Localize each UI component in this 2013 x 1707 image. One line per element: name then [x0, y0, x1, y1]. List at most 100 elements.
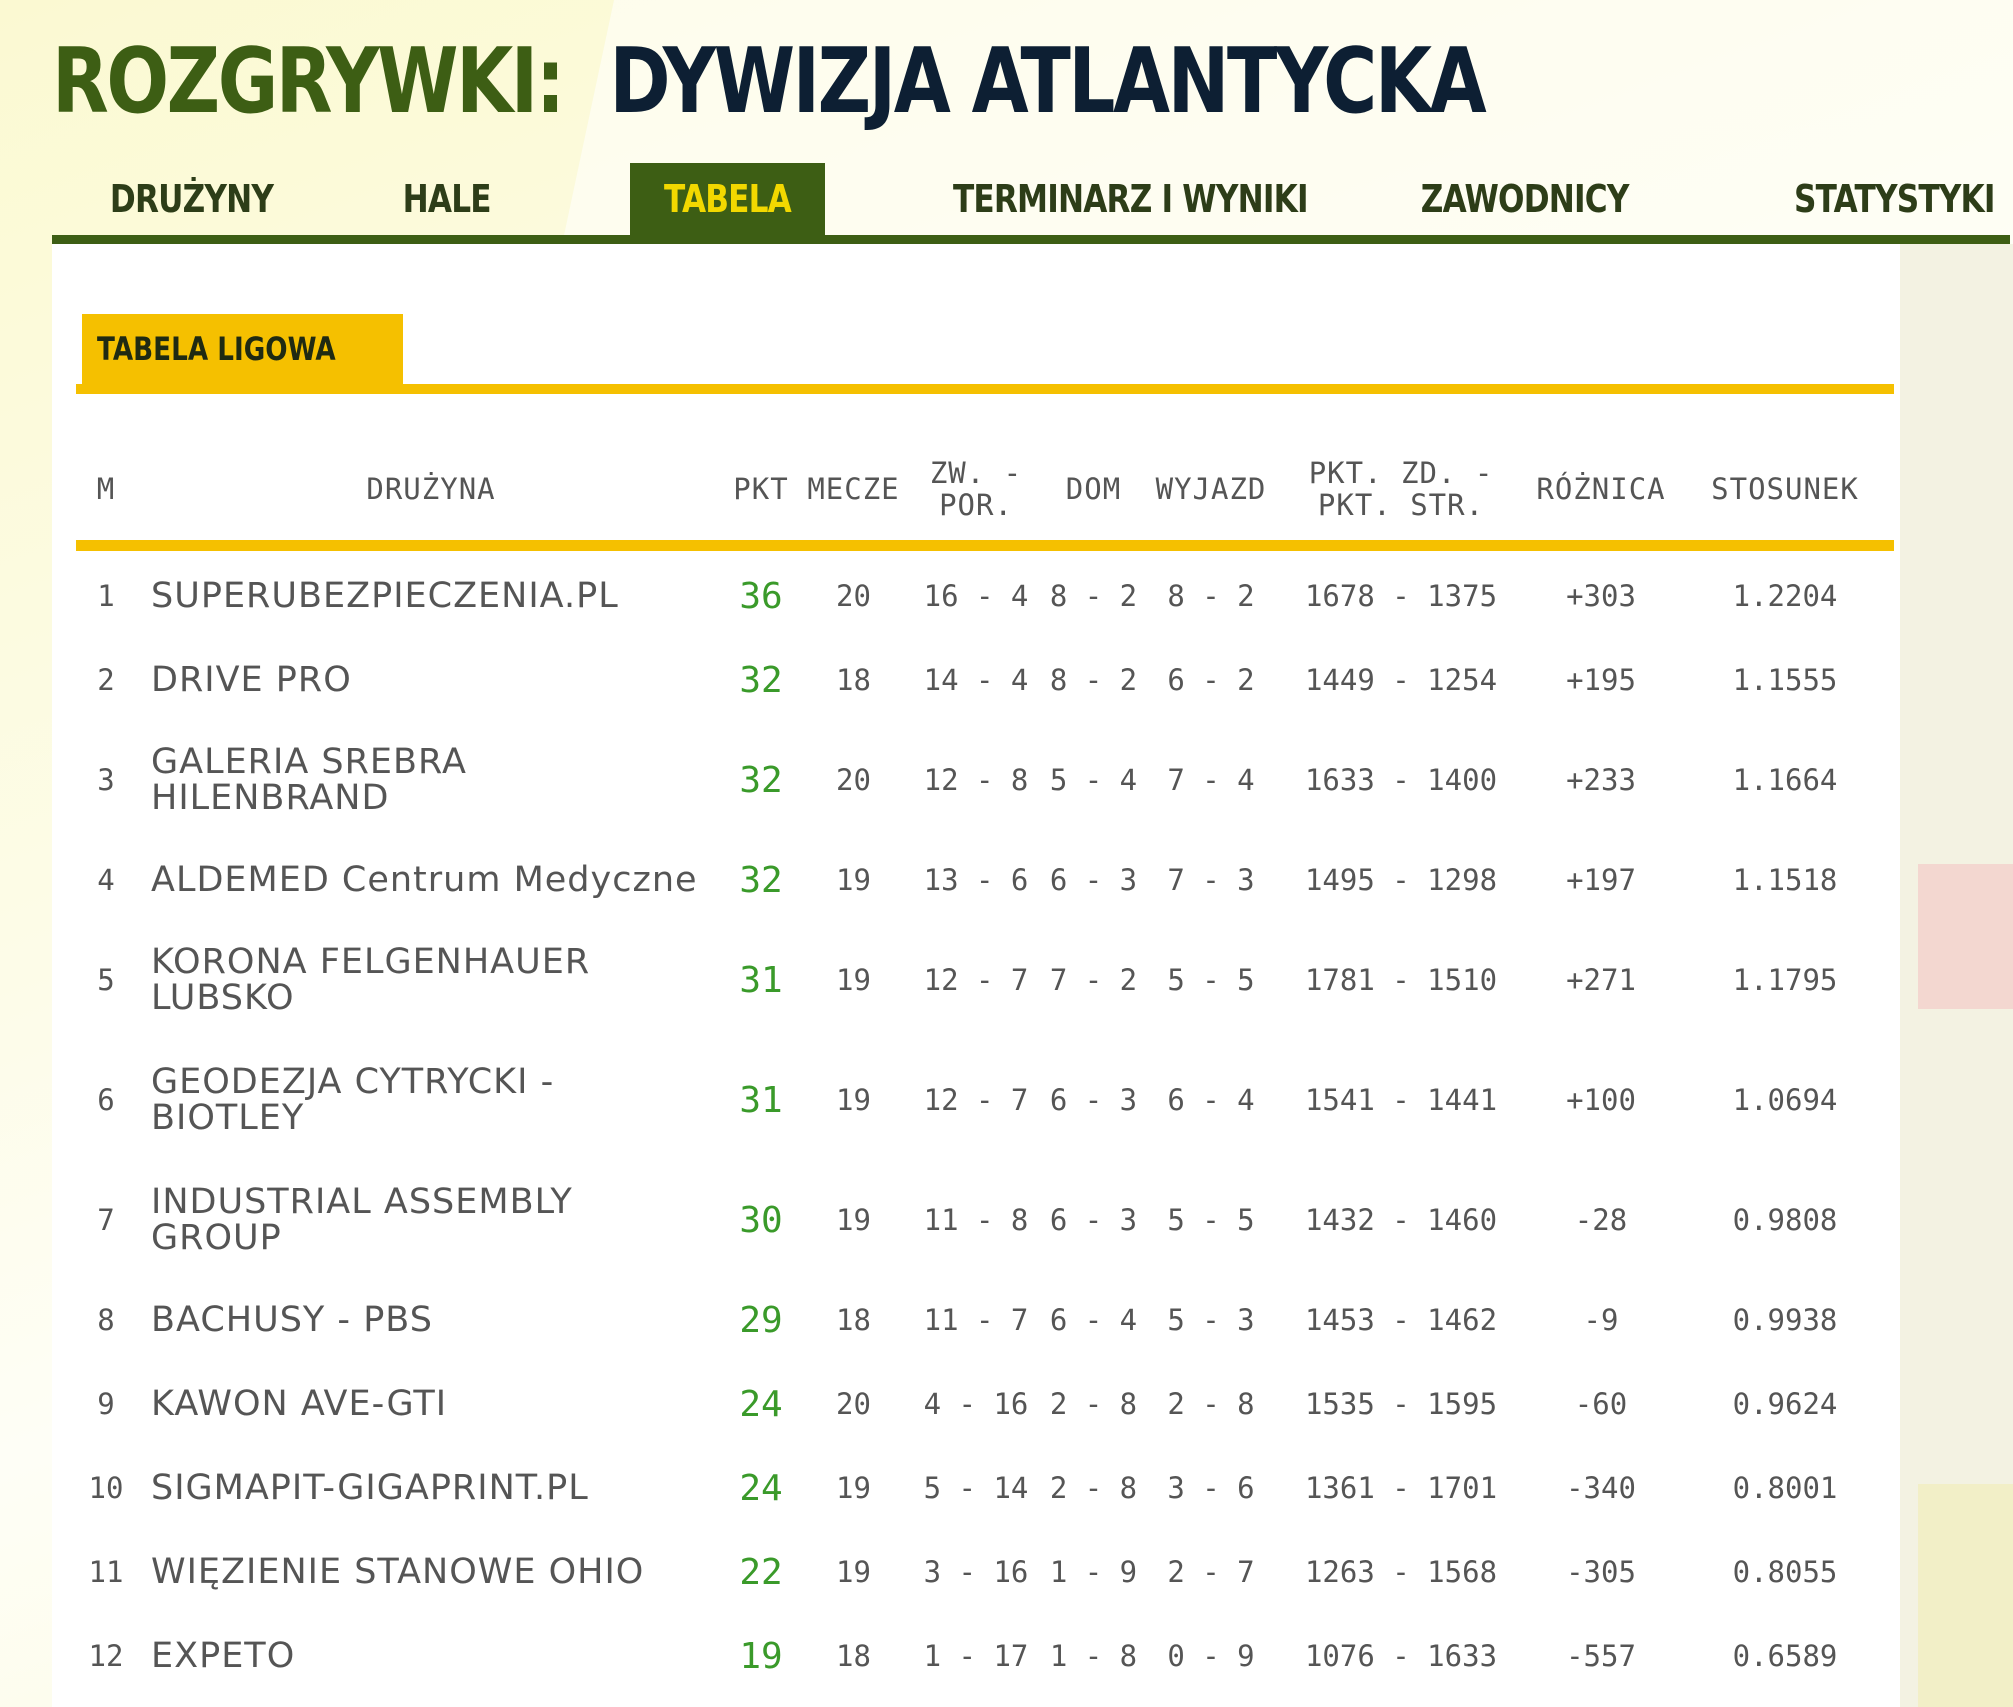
row-position: 4: [97, 863, 115, 897]
row-team-name[interactable]: DRIVE PRO: [151, 638, 711, 722]
row-points: 19: [739, 1635, 783, 1677]
row-points: 24: [739, 1383, 783, 1425]
table-row[interactable]: 6 GEODEZJA CYTRYCKI - BIOTLEY 31 19 12 -…: [76, 1038, 1894, 1162]
row-points-for-against: 1495 - 1298: [1304, 863, 1498, 897]
row-games: 18: [836, 663, 871, 697]
table-row[interactable]: 7 INDUSTRIAL ASSEMBLY GROUP 30 19 11 - 8…: [76, 1162, 1894, 1278]
row-position: 3: [97, 763, 115, 797]
row-team-name[interactable]: EXPETO: [151, 1614, 711, 1698]
row-home: 1 - 9: [1049, 1555, 1138, 1589]
tab-druzyny[interactable]: DRUŻYNY: [82, 163, 302, 235]
row-away: 6 - 2: [1167, 663, 1255, 697]
row-away: 2 - 7: [1167, 1555, 1255, 1589]
table-row[interactable]: 2 DRIVE PRO 32 18 14 - 4 8 - 2 6 - 2 144…: [76, 638, 1894, 722]
col-header-team: DRUŻYNA: [366, 472, 496, 506]
row-games: 19: [836, 963, 871, 997]
row-home: 6 - 3: [1049, 863, 1138, 897]
row-points: 36: [739, 575, 783, 617]
row-points: 32: [739, 759, 783, 801]
row-team-name[interactable]: SUPERUBEZPIECZENIA.PL: [151, 554, 711, 638]
table-row[interactable]: 11 WIĘZIENIE STANOWE OHIO 22 19 3 - 16 1…: [76, 1530, 1894, 1614]
row-away: 5 - 3: [1167, 1303, 1255, 1337]
row-wins-losses: 14 - 4: [923, 663, 1029, 697]
table-row[interactable]: 12 EXPETO 19 18 1 - 17 1 - 8 0 - 9 1076 …: [76, 1614, 1894, 1698]
table-row[interactable]: 10 SIGMAPIT-GIGAPRINT.PL 24 19 5 - 14 2 …: [76, 1446, 1894, 1530]
page-title-main: DYWIZJA ATLANTYCKA: [609, 29, 1486, 134]
row-position: 10: [88, 1471, 124, 1505]
table-row[interactable]: 3 GALERIA SREBRA HILENBRAND 32 20 12 - 8…: [76, 722, 1894, 838]
standings-rows: 1 SUPERUBEZPIECZENIA.PL 36 20 16 - 4 8 -…: [76, 554, 1894, 1698]
row-games: 19: [836, 1471, 871, 1505]
row-ratio: 1.1518: [1732, 863, 1838, 897]
row-difference: +233: [1566, 763, 1636, 797]
row-team-name[interactable]: KAWON AVE-GTI: [151, 1362, 711, 1446]
row-wins-losses: 5 - 14: [923, 1471, 1029, 1505]
row-difference: +197: [1566, 863, 1636, 897]
section-divider: [76, 384, 1894, 394]
row-home: 6 - 3: [1049, 1203, 1138, 1237]
row-team-name[interactable]: INDUSTRIAL ASSEMBLY GROUP: [151, 1162, 711, 1278]
row-difference: -60: [1574, 1387, 1628, 1421]
tab-statystyki[interactable]: STATYSTYKI: [1772, 163, 2002, 235]
row-points-for-against: 1076 - 1633: [1304, 1639, 1498, 1673]
row-position: 7: [97, 1203, 115, 1237]
tab-hale[interactable]: HALE: [367, 163, 527, 235]
row-ratio: 0.6589: [1732, 1639, 1838, 1673]
row-ratio: 1.2204: [1732, 579, 1838, 613]
row-points: 24: [739, 1467, 783, 1509]
table-row[interactable]: 5 KORONA FELGENHAUER LUBSKO 31 19 12 - 7…: [76, 922, 1894, 1038]
sidebar-ad: [1900, 244, 2013, 1707]
row-wins-losses: 3 - 16: [923, 1555, 1029, 1589]
row-team-name[interactable]: GALERIA SREBRA HILENBRAND: [151, 722, 711, 838]
table-row[interactable]: 8 BACHUSY - PBS 29 18 11 - 7 6 - 4 5 - 3…: [76, 1278, 1894, 1362]
row-points: 31: [739, 959, 783, 1001]
row-points-for-against: 1535 - 1595: [1304, 1387, 1498, 1421]
row-games: 19: [836, 863, 871, 897]
row-wins-losses: 11 - 7: [923, 1303, 1029, 1337]
row-wins-losses: 4 - 16: [923, 1387, 1029, 1421]
row-difference: +195: [1566, 663, 1636, 697]
row-wins-losses: 1 - 17: [923, 1639, 1029, 1673]
row-team-name[interactable]: WIĘZIENIE STANOWE OHIO: [151, 1530, 711, 1614]
col-header-home: DOM: [1065, 472, 1122, 506]
row-wins-losses: 12 - 7: [923, 963, 1029, 997]
row-points: 30: [739, 1199, 783, 1241]
row-points-for-against: 1432 - 1460: [1304, 1203, 1498, 1237]
row-games: 20: [836, 579, 871, 613]
row-ratio: 1.0694: [1732, 1083, 1838, 1117]
row-home: 6 - 4: [1049, 1303, 1138, 1337]
row-position: 8: [97, 1303, 115, 1337]
table-row[interactable]: 4 ALDEMED Centrum Medyczne 32 19 13 - 6 …: [76, 838, 1894, 922]
row-position: 9: [97, 1387, 115, 1421]
ad-banner-red: [1918, 864, 2013, 1009]
row-games: 18: [836, 1639, 871, 1673]
row-ratio: 0.9624: [1732, 1387, 1838, 1421]
row-points-for-against: 1449 - 1254: [1304, 663, 1498, 697]
table-header: M DRUŻYNA PKT MECZE ZW. - POR. DOM WYJAZ…: [76, 434, 1894, 544]
row-team-name[interactable]: SIGMAPIT-GIGAPRINT.PL: [151, 1446, 711, 1530]
page-title: ROZGRYWKI: DYWIZJA ATLANTYCKA: [52, 22, 1487, 142]
col-header-games: MECZE: [807, 472, 900, 506]
row-team-name[interactable]: KORONA FELGENHAUER LUBSKO: [151, 922, 711, 1038]
row-team-name[interactable]: GEODEZJA CYTRYCKI - BIOTLEY: [151, 1038, 711, 1162]
tab-tabela[interactable]: TABELA: [630, 163, 825, 235]
tab-terminarz-i-wyniki[interactable]: TERMINARZ I WYNIKI: [914, 163, 1309, 235]
table-row[interactable]: 9 KAWON AVE-GTI 24 20 4 - 16 2 - 8 2 - 8…: [76, 1362, 1894, 1446]
row-points: 22: [739, 1551, 783, 1593]
row-team-name[interactable]: ALDEMED Centrum Medyczne: [151, 838, 711, 922]
row-ratio: 1.1555: [1732, 663, 1838, 697]
row-position: 12: [88, 1639, 124, 1673]
section-label: TABELA LIGOWA: [82, 314, 404, 385]
table-row[interactable]: 1 SUPERUBEZPIECZENIA.PL 36 20 16 - 4 8 -…: [76, 554, 1894, 638]
col-header-points-for-against: PKT. ZD. - PKT. STR.: [1308, 456, 1494, 522]
row-team-name[interactable]: BACHUSY - PBS: [151, 1278, 711, 1362]
row-difference: +303: [1566, 579, 1636, 613]
tab-zawodnicy[interactable]: ZAWODNICY: [1390, 163, 1660, 235]
col-header-difference: RÓŻNICA: [1536, 472, 1666, 506]
col-header-points: PKT: [733, 472, 789, 506]
row-difference: +100: [1566, 1083, 1636, 1117]
row-position: 5: [97, 963, 115, 997]
row-position: 1: [97, 579, 115, 613]
row-points: 31: [739, 1079, 783, 1121]
row-wins-losses: 11 - 8: [923, 1203, 1029, 1237]
